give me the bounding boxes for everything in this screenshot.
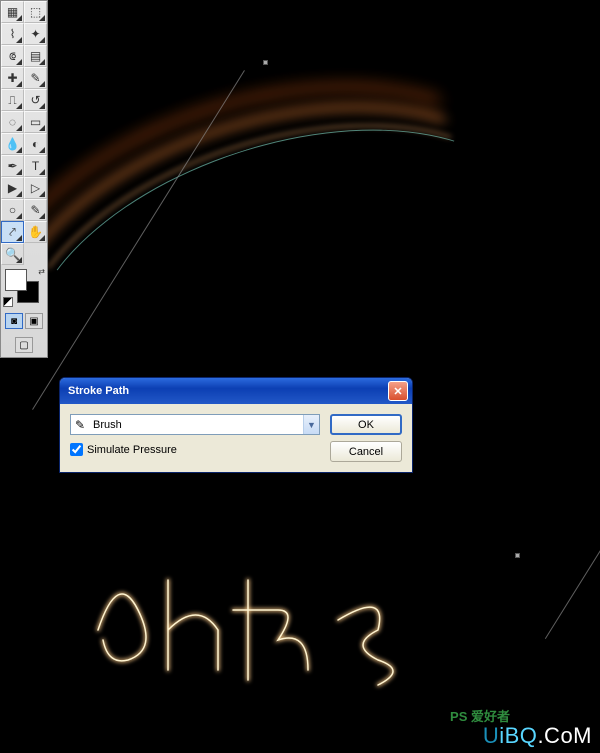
path-anchor[interactable] bbox=[263, 60, 268, 65]
dialog-title: Stroke Path bbox=[68, 385, 388, 397]
chevron-down-icon: ▼ bbox=[303, 415, 319, 434]
site-watermark: UiBQ.CoM bbox=[483, 723, 592, 749]
path-select-tool[interactable]: ▶ bbox=[1, 177, 24, 199]
marquee-tool[interactable]: ⬚ bbox=[24, 1, 47, 23]
default-colors-icon[interactable] bbox=[3, 297, 13, 307]
brush-icon: ✎ bbox=[71, 418, 89, 432]
simulate-pressure-label: Simulate Pressure bbox=[87, 444, 177, 456]
ok-button[interactable]: OK bbox=[330, 414, 402, 435]
tool-dropdown-label: Brush bbox=[89, 419, 303, 431]
eyedropper-tool[interactable]: ⤤ bbox=[1, 221, 24, 243]
slice-tool[interactable]: ▤ bbox=[24, 45, 47, 67]
type-tool[interactable]: T bbox=[24, 155, 47, 177]
swap-colors-icon[interactable]: ⇄ bbox=[38, 267, 45, 276]
heal-tool[interactable]: ✚ bbox=[1, 67, 24, 89]
foreground-color[interactable] bbox=[5, 269, 27, 291]
move-tool[interactable]: ▦ bbox=[1, 1, 24, 23]
tool-dropdown[interactable]: ✎ Brush ▼ bbox=[70, 414, 320, 435]
eraser-tool[interactable]: ◌ bbox=[1, 111, 24, 133]
path-anchor[interactable] bbox=[515, 553, 520, 558]
stamp-tool[interactable]: ⎍ bbox=[1, 89, 24, 111]
gradient-tool[interactable]: ▭ bbox=[24, 111, 47, 133]
close-icon: ✕ bbox=[393, 385, 402, 398]
dodge-tool[interactable]: ◐ bbox=[24, 133, 47, 155]
close-button[interactable]: ✕ bbox=[388, 381, 408, 401]
direct-select-tool[interactable]: ▷ bbox=[24, 177, 47, 199]
stroke-path-dialog: Stroke Path ✕ ✎ Brush ▼ Simulate Pressur… bbox=[59, 377, 413, 473]
quickmask-mode-button[interactable]: ▣ bbox=[25, 313, 43, 329]
shape-tool[interactable]: ○ bbox=[1, 199, 24, 221]
history-brush-tool[interactable]: ↺ bbox=[24, 89, 47, 111]
hand-tool[interactable]: ✋ bbox=[24, 221, 47, 243]
simulate-pressure-row[interactable]: Simulate Pressure bbox=[70, 443, 320, 456]
toolbox: ▦⬚⌇✦⟃▤✚✎⎍↺◌▭💧◐✒T▶▷○✎⤤✋🔍 ⇄ ◙ ▣ ▢ bbox=[0, 0, 48, 358]
lasso-tool[interactable]: ⌇ bbox=[1, 23, 24, 45]
standard-mode-button[interactable]: ◙ bbox=[5, 313, 23, 329]
blur-tool[interactable]: 💧 bbox=[1, 133, 24, 155]
path-handle-line bbox=[545, 401, 600, 639]
pen-tool[interactable]: ✒ bbox=[1, 155, 24, 177]
crop-tool[interactable]: ⟃ bbox=[1, 45, 24, 67]
notes-tool[interactable]: ✎ bbox=[24, 199, 47, 221]
wand-tool[interactable]: ✦ bbox=[24, 23, 47, 45]
cancel-button[interactable]: Cancel bbox=[330, 441, 402, 462]
dialog-titlebar[interactable]: Stroke Path ✕ bbox=[60, 378, 412, 404]
brush-tool[interactable]: ✎ bbox=[24, 67, 47, 89]
light-painting-text bbox=[78, 530, 498, 715]
simulate-pressure-checkbox[interactable] bbox=[70, 443, 83, 456]
color-swatches[interactable]: ⇄ bbox=[1, 265, 47, 309]
screen-mode-button[interactable]: ▢ bbox=[15, 337, 33, 353]
zoom-tool[interactable]: 🔍 bbox=[1, 243, 24, 265]
